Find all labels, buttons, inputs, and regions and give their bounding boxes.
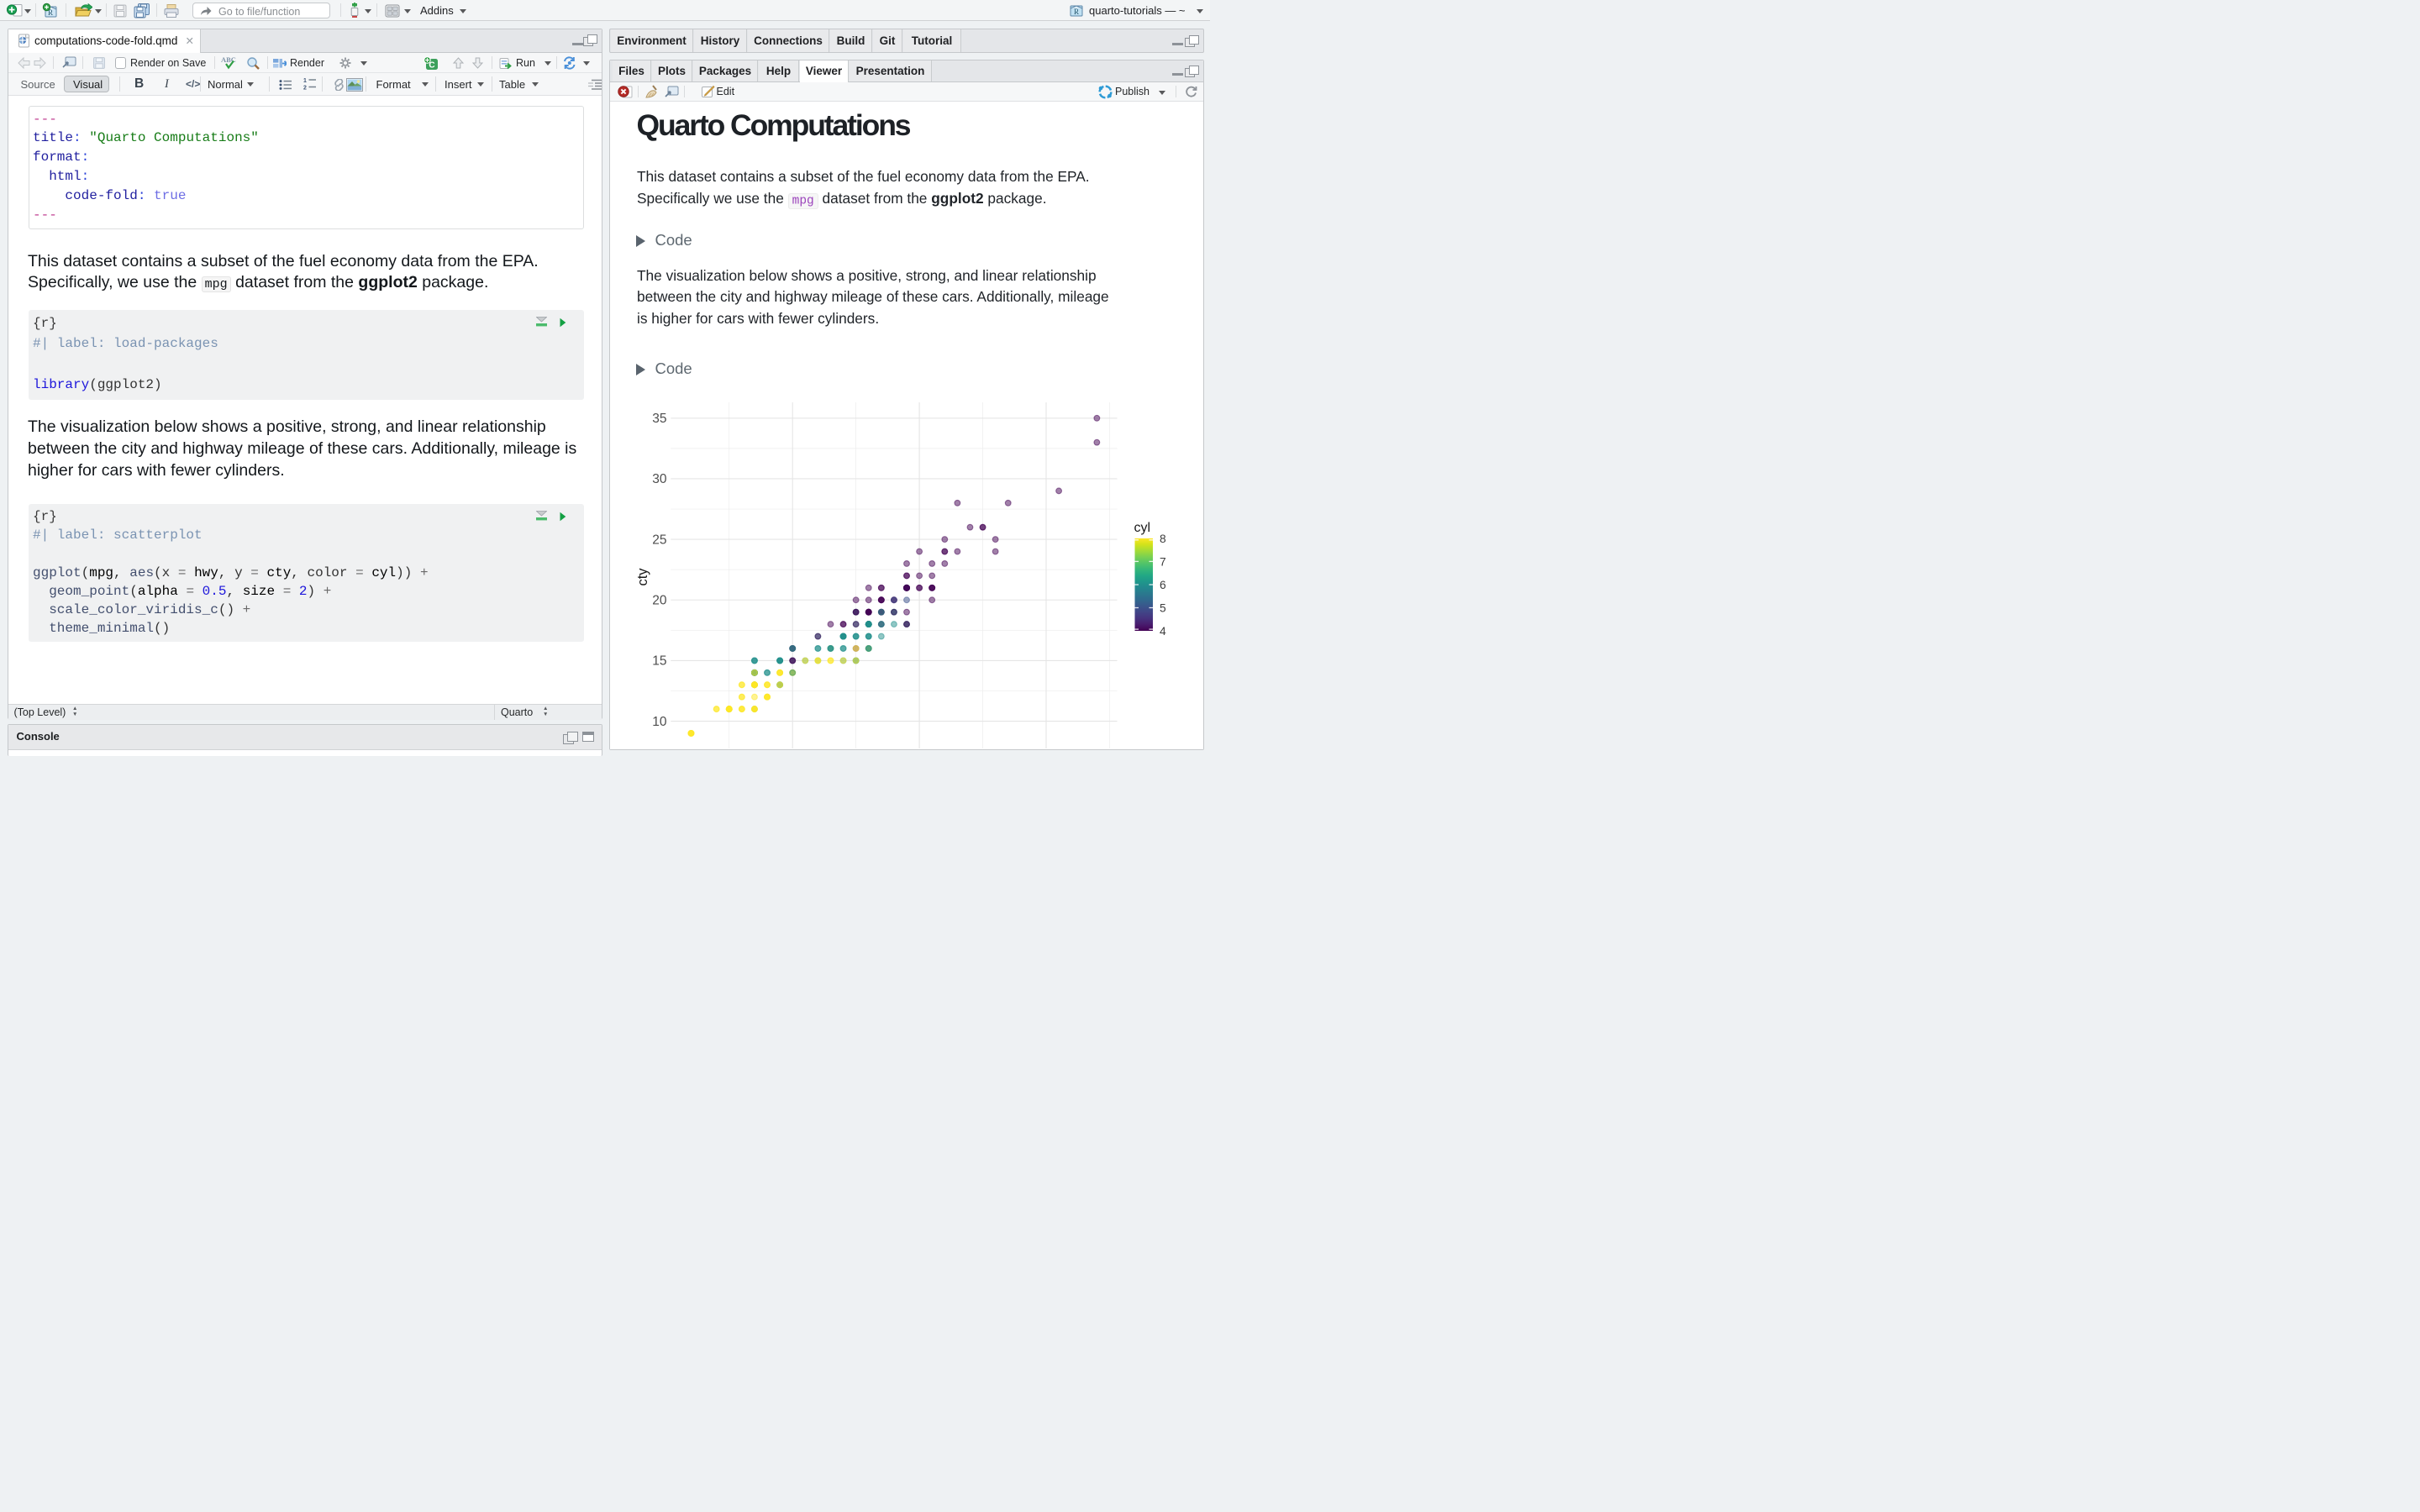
svg-text:20: 20 [652,593,667,607]
svg-text:4: 4 [1160,625,1166,638]
svg-text:cyl: cyl [1134,521,1151,535]
svg-text:15: 15 [652,654,666,669]
svg-text:7: 7 [1160,555,1166,568]
svg-text:8: 8 [1160,533,1166,545]
svg-text:35: 35 [652,412,666,426]
svg-text:R: R [1074,8,1079,16]
svg-text:ABC: ABC [221,55,236,64]
svg-text:6: 6 [1160,579,1166,591]
svg-text:10: 10 [652,715,667,729]
svg-text:cty: cty [635,568,650,586]
svg-text:30: 30 [652,472,667,486]
svg-text:5: 5 [1160,602,1166,615]
svg-text:1: 1 [303,78,307,84]
svg-text:2: 2 [303,85,307,90]
svg-text:25: 25 [652,533,666,547]
